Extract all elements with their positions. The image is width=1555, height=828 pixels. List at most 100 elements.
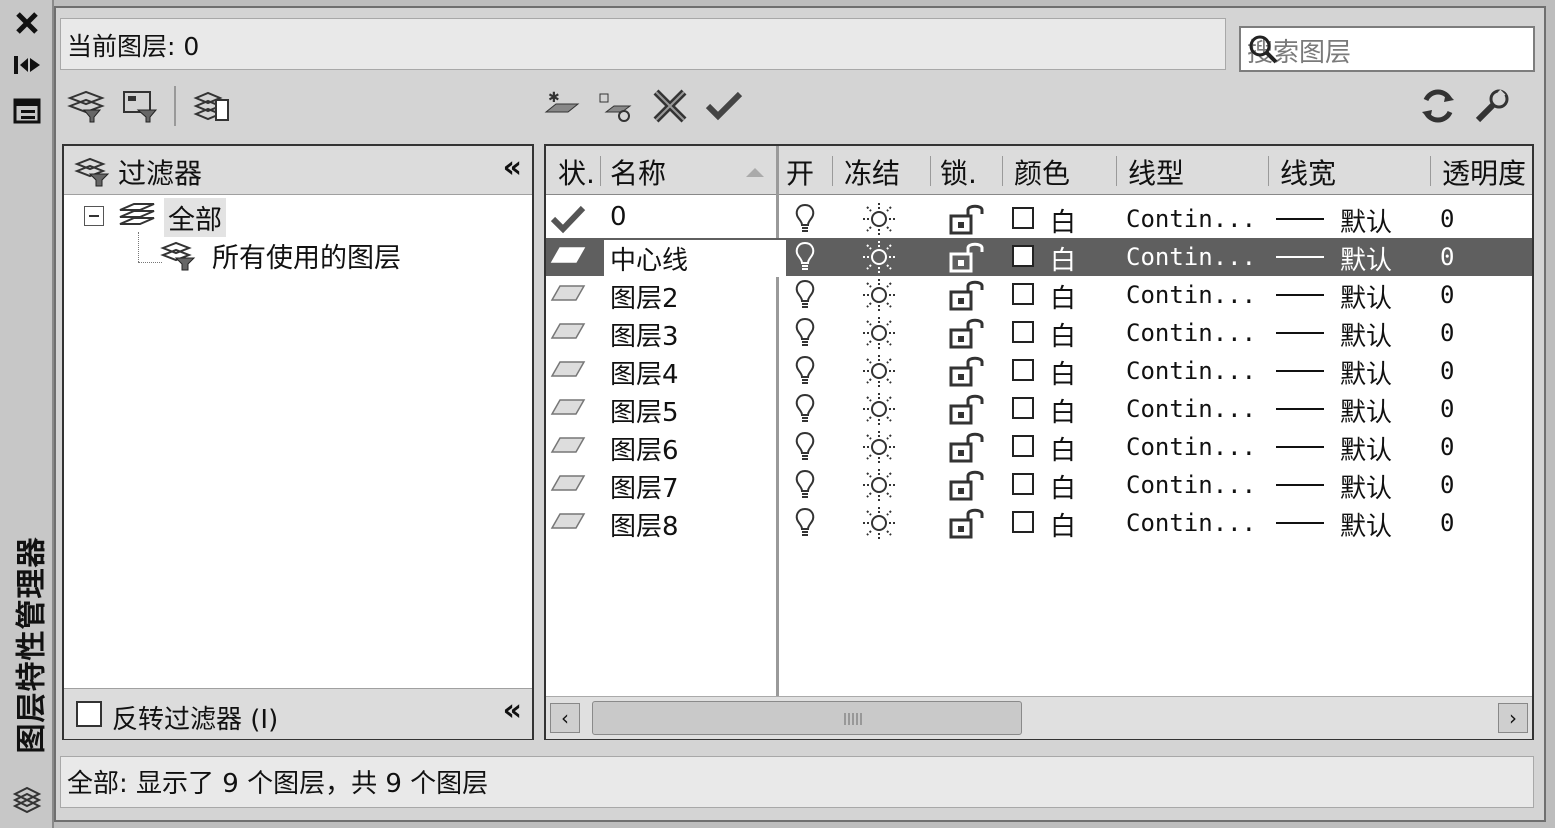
new-layer-vp-frozen-icon[interactable]	[594, 84, 638, 128]
layer-freeze-sun-icon[interactable]	[862, 354, 896, 395]
layer-on-bulb-icon[interactable]	[794, 469, 816, 508]
layer-on-bulb-icon[interactable]	[794, 393, 816, 432]
layer-status-icon[interactable]	[550, 432, 586, 462]
layer-freeze-sun-icon[interactable]	[862, 506, 896, 547]
layer-status-icon[interactable]	[550, 508, 586, 538]
layer-lock-icon[interactable]	[948, 316, 988, 357]
layer-status-icon[interactable]	[550, 470, 586, 500]
layer-on-bulb-icon[interactable]	[794, 279, 816, 318]
new-group-filter-icon[interactable]	[118, 84, 162, 128]
layer-color-name[interactable]: 白	[1050, 316, 1076, 353]
layer-freeze-sun-icon[interactable]	[862, 202, 896, 243]
layer-status-icon[interactable]	[550, 356, 586, 386]
column-lock[interactable]: 锁.	[940, 152, 977, 192]
close-icon[interactable]	[10, 6, 44, 40]
layer-color-name[interactable]: 白	[1050, 278, 1076, 315]
layer-name[interactable]: 图层7	[610, 468, 679, 505]
new-property-filter-icon[interactable]	[64, 84, 108, 128]
layer-on-bulb-icon[interactable]	[794, 355, 816, 394]
layer-row[interactable]: 图层7 白 Contin... 默认 0	[546, 466, 1532, 504]
layer-name[interactable]: 图层3	[610, 316, 679, 353]
layer-lineweight[interactable]: 默认	[1340, 392, 1392, 429]
layer-color-name[interactable]: 白	[1050, 202, 1076, 239]
column-freeze[interactable]: 冻结	[844, 152, 900, 192]
layer-states-manager-icon[interactable]	[190, 84, 234, 128]
layer-color-swatch[interactable]	[1012, 359, 1034, 381]
layer-row[interactable]: 图层5 白 Contin... 默认 0	[546, 390, 1532, 428]
current-layer-check-icon[interactable]	[550, 204, 586, 241]
layer-color-name[interactable]: 白	[1050, 468, 1076, 505]
layer-name[interactable]: 图层8	[610, 506, 679, 543]
layer-transparency[interactable]: 0	[1440, 395, 1454, 423]
layer-transparency[interactable]: 0	[1440, 205, 1454, 233]
layer-row[interactable]: 图层8 白 Contin... 默认 0	[546, 504, 1532, 542]
set-current-icon[interactable]	[702, 84, 746, 128]
layer-freeze-sun-icon[interactable]	[862, 392, 896, 433]
layer-row[interactable]: 中心线 白 Contin... 默认 0	[546, 238, 1532, 277]
layer-name[interactable]: 图层5	[610, 392, 679, 429]
layer-name[interactable]: 图层6	[610, 430, 679, 467]
layer-status-icon[interactable]	[550, 280, 586, 310]
layer-name[interactable]: 中心线	[604, 240, 786, 277]
layer-name[interactable]: 图层2	[610, 278, 679, 315]
layer-color-swatch[interactable]	[1012, 245, 1034, 267]
layer-row[interactable]: 图层2 白 Contin... 默认 0	[546, 276, 1532, 314]
column-color[interactable]: 颜色	[1014, 152, 1070, 192]
layer-transparency[interactable]: 0	[1440, 471, 1454, 499]
layer-freeze-sun-icon[interactable]	[862, 316, 896, 357]
layer-lineweight[interactable]: 默认	[1340, 202, 1392, 239]
layer-linetype[interactable]: Contin...	[1126, 243, 1256, 271]
layer-lineweight[interactable]: 默认	[1340, 316, 1392, 353]
delete-layer-icon[interactable]	[648, 84, 692, 128]
column-on[interactable]: 开	[786, 152, 814, 192]
layer-linetype[interactable]: Contin...	[1126, 395, 1256, 423]
layer-linetype[interactable]: Contin...	[1126, 205, 1256, 233]
layer-status-icon[interactable]	[550, 242, 586, 272]
layer-color-name[interactable]: 白	[1050, 240, 1076, 277]
layer-lock-icon[interactable]	[948, 430, 988, 471]
layer-on-bulb-icon[interactable]	[794, 203, 816, 242]
layer-color-name[interactable]: 白	[1050, 392, 1076, 429]
layer-status-icon[interactable]	[550, 394, 586, 424]
layer-row[interactable]: 0 白 Contin... 默认 0	[546, 200, 1532, 238]
layer-lock-icon[interactable]	[948, 392, 988, 433]
layer-transparency[interactable]: 0	[1440, 357, 1454, 385]
column-linetype[interactable]: 线型	[1128, 152, 1184, 192]
layer-lock-icon[interactable]	[948, 278, 988, 319]
layer-lock-icon[interactable]	[948, 240, 988, 281]
layer-linetype[interactable]: Contin...	[1126, 509, 1256, 537]
layer-lock-icon[interactable]	[948, 468, 988, 509]
invert-filter-checkbox[interactable]	[76, 701, 102, 727]
layer-freeze-sun-icon[interactable]	[862, 278, 896, 319]
layer-linetype[interactable]: Contin...	[1126, 357, 1256, 385]
collapse-filter-footer-button[interactable]: «	[503, 693, 522, 728]
settings-wrench-icon[interactable]	[1470, 84, 1514, 128]
tree-collapse-toggle[interactable]	[84, 206, 104, 226]
tree-item-all[interactable]: 全部	[164, 198, 226, 237]
layer-row[interactable]: 图层6 白 Contin... 默认 0	[546, 428, 1532, 466]
collapse-filter-pane-button[interactable]: «	[503, 150, 522, 185]
layer-color-swatch[interactable]	[1012, 321, 1034, 343]
layer-lineweight[interactable]: 默认	[1340, 278, 1392, 315]
layer-on-bulb-icon[interactable]	[794, 241, 816, 280]
layer-lock-icon[interactable]	[948, 202, 988, 243]
column-name[interactable]: 名称	[610, 152, 666, 192]
search-icon[interactable]	[1247, 33, 1527, 72]
layer-linetype[interactable]: Contin...	[1126, 433, 1256, 461]
layer-transparency[interactable]: 0	[1440, 281, 1454, 309]
layer-color-name[interactable]: 白	[1050, 354, 1076, 391]
scrollbar-thumb[interactable]	[592, 701, 1022, 735]
layer-status-icon[interactable]	[550, 318, 586, 348]
tree-item-used-layers[interactable]: 所有使用的图层	[212, 236, 401, 275]
layer-color-swatch[interactable]	[1012, 283, 1034, 305]
scroll-right-button[interactable]: ›	[1498, 703, 1528, 733]
layer-on-bulb-icon[interactable]	[794, 317, 816, 356]
layer-freeze-sun-icon[interactable]	[862, 240, 896, 281]
layer-color-swatch[interactable]	[1012, 473, 1034, 495]
horizontal-scrollbar[interactable]: ‹ ›	[546, 696, 1532, 739]
layer-freeze-sun-icon[interactable]	[862, 468, 896, 509]
properties-icon[interactable]	[10, 94, 44, 128]
layer-color-swatch[interactable]	[1012, 435, 1034, 457]
layer-lock-icon[interactable]	[948, 506, 988, 547]
layer-row[interactable]: 图层3 白 Contin... 默认 0	[546, 314, 1532, 352]
